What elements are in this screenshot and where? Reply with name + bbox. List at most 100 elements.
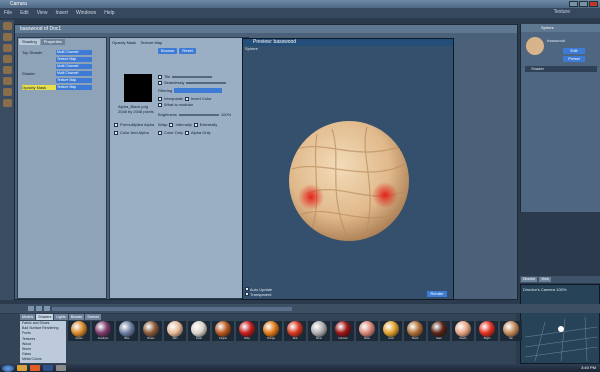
- material-swatch[interactable]: Rose: [356, 321, 378, 341]
- material-swatch[interactable]: Tan: [500, 321, 522, 341]
- material-name: Amber: [75, 337, 83, 340]
- tab-models[interactable]: Models: [20, 314, 36, 320]
- menu-view[interactable]: View: [37, 10, 48, 16]
- material-swatch[interactable]: Amethyst: [92, 321, 114, 341]
- menu-help[interactable]: Help: [104, 10, 114, 16]
- edit-button[interactable]: Edit: [563, 48, 585, 54]
- photoshop-app-icon[interactable]: [43, 365, 53, 371]
- shader-swatch-icon[interactable]: [525, 36, 545, 56]
- pan-tool-icon[interactable]: [2, 99, 12, 107]
- preview-window: Preview: basswood Sphere Auto Update Tra…: [242, 38, 454, 300]
- seamless-slider[interactable]: [186, 81, 227, 84]
- material-name: Dark: [436, 337, 442, 340]
- room-switcher[interactable]: Texture: [554, 9, 570, 15]
- filtering-dropdown[interactable]: [174, 88, 223, 93]
- shader-name: basswood: [547, 38, 566, 43]
- select-tool-icon[interactable]: [2, 55, 12, 63]
- material-name: Orange: [266, 337, 276, 340]
- play-back-icon[interactable]: [28, 306, 34, 311]
- tile-checkbox[interactable]: [158, 74, 162, 79]
- internally-radio[interactable]: [169, 122, 174, 127]
- shader-row[interactable]: Texture Map: [22, 78, 92, 83]
- material-swatch[interactable]: Crimson: [332, 321, 354, 341]
- tab-scenes[interactable]: Scenes: [85, 314, 102, 320]
- transparent-checkbox[interactable]: [245, 292, 249, 296]
- scale-tool-icon[interactable]: [2, 44, 12, 52]
- material-swatch[interactable]: Dark: [428, 321, 450, 341]
- browser-app-icon[interactable]: [30, 365, 40, 371]
- shader-row[interactable]: Shader Multi Channel: [22, 71, 92, 76]
- shader-row[interactable]: Top Shader Multi Channel: [22, 50, 92, 55]
- shader-row[interactable]: Texture Map: [22, 57, 92, 62]
- material-swatch[interactable]: Skin: [164, 321, 186, 341]
- director-viewport[interactable]: Director's Camera 100%: [520, 284, 600, 364]
- close-button[interactable]: [589, 1, 598, 7]
- alpha-only-checkbox[interactable]: [184, 130, 189, 135]
- tile-slider[interactable]: [172, 75, 213, 78]
- window-title: Carrara: [10, 1, 27, 7]
- preset-button[interactable]: Preset: [563, 56, 585, 62]
- shader-row-selected[interactable]: Opacity Mask Texture Map: [22, 85, 92, 90]
- shader-row[interactable]: Multi Channel: [22, 64, 92, 69]
- tool-palette: [0, 20, 14, 300]
- move-tool-icon[interactable]: [2, 22, 12, 30]
- brightness-label: Brightness: [158, 112, 177, 117]
- tab-browse[interactable]: Browse: [68, 314, 85, 320]
- auto-update-checkbox[interactable]: [245, 287, 249, 291]
- color-only-checkbox[interactable]: [158, 130, 162, 135]
- material-swatch[interactable]: Red: [284, 321, 306, 341]
- list-item[interactable]: Metal Colors: [20, 357, 66, 362]
- light-tool-icon[interactable]: [2, 77, 12, 85]
- play-forward-icon[interactable]: [44, 306, 50, 311]
- tab-shading[interactable]: Shading: [19, 39, 40, 45]
- render-button[interactable]: Render: [427, 291, 447, 297]
- color-alpha-checkbox[interactable]: [114, 130, 118, 135]
- menu-insert[interactable]: Insert: [55, 10, 68, 16]
- material-swatch[interactable]: Gold: [380, 321, 402, 341]
- material-swatch[interactable]: Peach: [452, 321, 474, 341]
- material-swatch[interactable]: Wood: [404, 321, 426, 341]
- folder-app-icon[interactable]: [17, 365, 27, 371]
- externally-radio[interactable]: [193, 122, 198, 127]
- tab-properties[interactable]: Properties: [40, 39, 65, 45]
- tab-director[interactable]: Director: [521, 277, 538, 282]
- texture-thumbnail[interactable]: [124, 74, 152, 102]
- material-swatch[interactable]: Copper: [212, 321, 234, 341]
- modulate-checkbox[interactable]: [158, 102, 162, 107]
- tab-lights[interactable]: Lights: [54, 314, 68, 320]
- carrara-app-icon[interactable]: [56, 365, 66, 371]
- material-swatch[interactable]: Orange: [260, 321, 282, 341]
- browse-button[interactable]: Browse: [158, 48, 178, 54]
- document-title: basswood of Doc1: [15, 25, 517, 33]
- rotate-tool-icon[interactable]: [2, 33, 12, 41]
- tab-shaders[interactable]: Shaders: [36, 314, 54, 320]
- reset-button[interactable]: Reset: [179, 48, 196, 54]
- menu-edit[interactable]: Edit: [20, 10, 29, 16]
- play-icon[interactable]: [36, 306, 42, 311]
- material-swatch[interactable]: Bright: [476, 321, 498, 341]
- material-ball-icon: [191, 321, 207, 337]
- interpolate-checkbox[interactable]: [158, 96, 162, 101]
- material-swatch[interactable]: Amber: [68, 321, 90, 341]
- menu-windows[interactable]: Windows: [76, 10, 96, 16]
- material-swatch[interactable]: Blue: [116, 321, 138, 341]
- start-button[interactable]: [2, 364, 14, 372]
- invert-checkbox[interactable]: [184, 96, 189, 101]
- premultiplied-checkbox[interactable]: [114, 122, 118, 127]
- menu-file[interactable]: File: [4, 10, 12, 16]
- material-swatch[interactable]: Silver: [308, 321, 330, 341]
- material-swatch[interactable]: Brown: [140, 321, 162, 341]
- tab-view[interactable]: View: [539, 277, 551, 282]
- timeline-track[interactable]: [52, 306, 292, 311]
- camera-tool-icon[interactable]: [2, 66, 12, 74]
- material-swatch[interactable]: Ruby: [236, 321, 258, 341]
- zoom-tool-icon[interactable]: [2, 88, 12, 96]
- brightness-slider[interactable]: [178, 113, 219, 116]
- seamless-label: Seamlessly: [164, 80, 185, 85]
- seamless-checkbox[interactable]: [158, 80, 162, 85]
- maximize-button[interactable]: [579, 1, 588, 7]
- material-swatch[interactable]: Pearl: [188, 321, 210, 341]
- minimize-button[interactable]: [569, 1, 578, 7]
- shader-tree-item[interactable]: Shader: [525, 66, 597, 72]
- room-label[interactable]: Texture: [554, 9, 570, 15]
